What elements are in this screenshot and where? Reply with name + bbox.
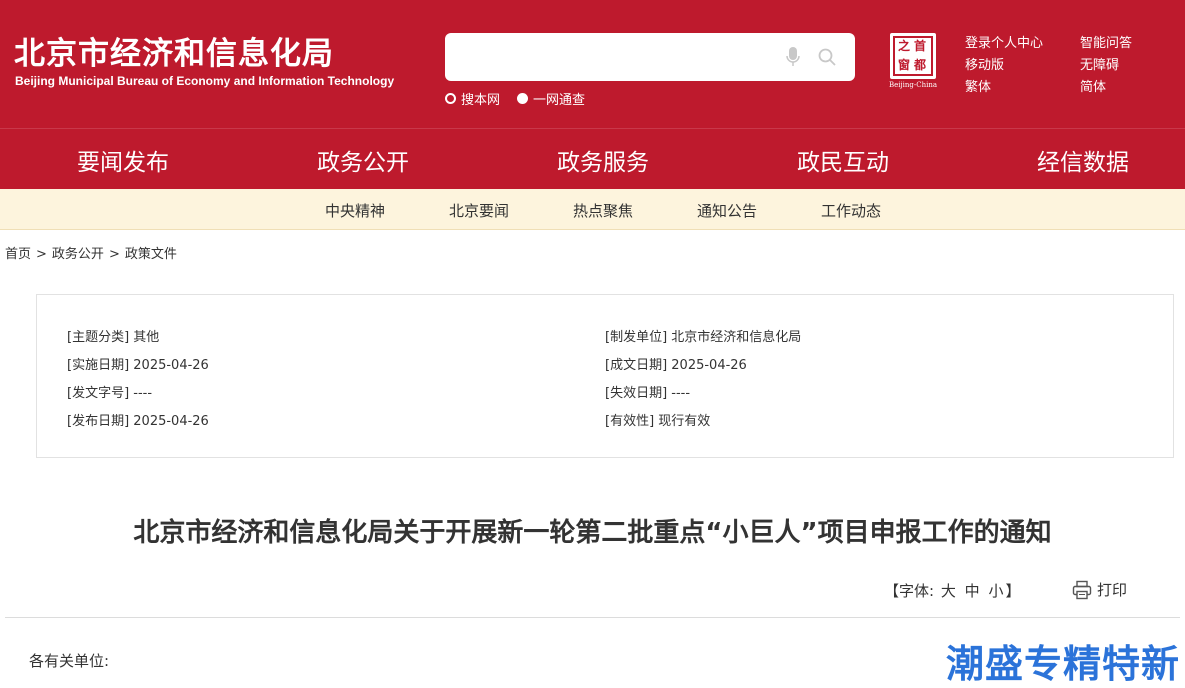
subnav-item[interactable]: 工作动态 [821,200,881,221]
microphone-icon[interactable] [786,47,800,67]
font-size-tool: 【字体: 大 中 小】 [884,580,1020,601]
site-title[interactable]: 北京市经济和信息化局 [14,28,334,73]
watermark-text: 潮盛专精特新 [946,642,1181,686]
subnav-item[interactable]: 通知公告 [697,200,757,221]
logo-char: 首 [914,39,927,53]
capital-window-logo[interactable]: 首 都 之 窗 Beijing-China [886,33,940,91]
nav-item-government-affairs[interactable]: 政务公开 [317,143,409,177]
document-meta-box: [主题分类] 其他 [实施日期] 2025-04-26 [发文字号] ---- … [36,294,1174,458]
site-subtitle: Beijing Municipal Bureau of Economy and … [15,74,395,88]
breadcrumb-separator: > [36,247,47,262]
subnav-item[interactable]: 中央精神 [325,200,385,221]
radio-selected-icon [517,93,528,104]
radio-unselected-icon [445,93,456,104]
traditional-chinese-link[interactable]: 繁体 [965,76,991,95]
search-icon[interactable] [818,48,836,66]
search-scope-all-label: 一网通查 [533,93,586,108]
breadcrumb-home[interactable]: 首页 [5,247,31,262]
meta-expiry-date: [失效日期] ---- [605,386,691,401]
main-nav: 要闻发布 政务公开 政务服务 政民互动 经信数据 [0,128,1185,194]
print-label: 打印 [1097,581,1128,599]
meta-topic: [主题分类] 其他 [67,330,160,345]
smart-qa-link[interactable]: 智能问答 [1080,32,1132,51]
document-salutation: 各有关单位: [29,652,110,670]
logo-caption: Beijing-China [888,81,938,89]
font-size-large[interactable]: 大 [941,582,956,600]
mobile-version-link[interactable]: 移动版 [965,54,1004,73]
breadcrumb: 首页 > 政务公开 > 政策文件 [5,243,177,262]
font-size-medium[interactable]: 中 [965,582,980,600]
meta-written-date: [成文日期] 2025-04-26 [605,358,747,373]
font-tool-close: 】 [1005,582,1021,600]
search-scope-site-label: 搜本网 [461,93,501,108]
breadcrumb-item[interactable]: 政务公开 [52,247,104,262]
meta-publish-date: [发布日期] 2025-04-26 [67,414,209,429]
nav-item-government-services[interactable]: 政务服务 [557,143,649,177]
sub-nav: 中央精神 北京要闻 热点聚焦 通知公告 工作动态 [0,189,1185,230]
meta-document-number: [发文字号] ---- [67,386,153,401]
logo-char: 窗 [898,58,911,72]
search-scope-all[interactable]: 一网通查 [517,89,585,108]
breadcrumb-separator: > [108,247,120,262]
login-link[interactable]: 登录个人中心 [965,32,1043,51]
accessibility-link[interactable]: 无障碍 [1080,54,1119,73]
meta-validity: [有效性] 现行有效 [605,414,711,429]
logo-char: 之 [898,39,911,53]
font-size-small[interactable]: 小 [988,582,1003,600]
printer-icon [1072,580,1092,599]
breadcrumb-item[interactable]: 政策文件 [125,247,177,262]
search-scope-site[interactable]: 搜本网 [445,89,500,108]
logo-char: 都 [914,58,927,72]
document-title: 北京市经济和信息化局关于开展新一轮第二批重点“小巨人”项目申报工作的通知 [133,518,1052,548]
simplified-chinese-link[interactable]: 简体 [1080,76,1106,95]
nav-item-data[interactable]: 经信数据 [1037,143,1129,177]
subnav-item[interactable]: 北京要闻 [449,200,509,221]
font-tool-open: 【字体: [884,582,935,600]
site-header: 北京市经济和信息化局 Beijing Municipal Bureau of E… [0,0,1185,128]
meta-issuing-unit: [制发单位] 北京市经济和信息化局 [605,330,802,345]
print-button[interactable]: 打印 [1072,579,1127,600]
meta-effective-date: [实施日期] 2025-04-26 [67,358,209,373]
nav-item-news[interactable]: 要闻发布 [77,143,169,194]
search-input[interactable] [457,43,777,71]
subnav-item[interactable]: 热点聚焦 [573,200,633,221]
nav-item-interaction[interactable]: 政民互动 [797,143,889,177]
divider [5,617,1180,618]
